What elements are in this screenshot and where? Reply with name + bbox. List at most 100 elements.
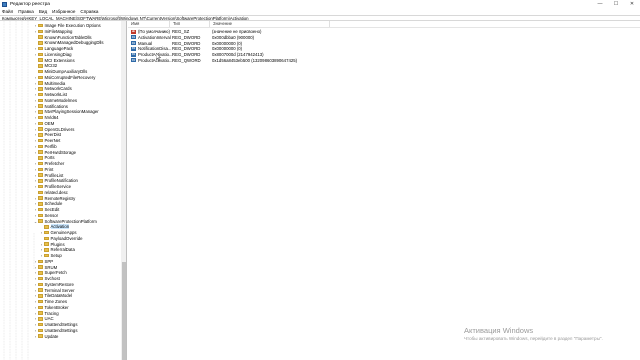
- value-row[interactable]: 01 ActivationInterval REG_DWORD 0x000dbba0 …: [128, 35, 428, 41]
- tree-item-label: PeerNet: [44, 138, 61, 143]
- folder-icon: [38, 311, 43, 315]
- folder-icon: [38, 265, 43, 269]
- tree-item-label: RemoteRegistry: [44, 195, 76, 201]
- tree-scrollbar[interactable]: [121, 21, 126, 360]
- tree-item-label: UnattendSettings: [44, 322, 78, 327]
- folder-icon: [38, 92, 43, 97]
- tree-item-label: LanguagePack: [44, 46, 74, 51]
- minimize-button[interactable]: —: [592, 0, 608, 8]
- folder-icon: [38, 179, 43, 183]
- tree-item-label: SecEdit: [44, 207, 60, 212]
- tree-item-label: Multimedia: [44, 80, 66, 86]
- close-button[interactable]: ✕: [624, 0, 640, 8]
- tree-scroll-thumb[interactable]: [122, 261, 126, 360]
- tree-item-label: Prefetcher: [44, 161, 65, 166]
- folder-icon: [38, 328, 43, 332]
- folder-icon: [38, 64, 43, 68]
- tree-item-label: TokenBroker: [44, 304, 69, 310]
- folder-icon: [38, 35, 43, 39]
- tree-item-label: MiniDumpAuxiliaryDlls: [44, 69, 88, 74]
- tree-item-label: KnownManagedDebuggingDlls: [44, 40, 104, 46]
- folder-icon: [38, 190, 43, 194]
- folder-icon: [44, 225, 49, 229]
- folder-icon: [38, 276, 43, 281]
- value-name: NotificationDisa...: [138, 46, 172, 52]
- folder-icon: [44, 248, 49, 252]
- tree-item-label: PerHwIdStorage: [44, 149, 77, 155]
- menu-help[interactable]: Справка: [80, 9, 98, 14]
- window-controls: — ☐ ✕: [592, 0, 640, 8]
- folder-icon: [38, 46, 43, 51]
- regedit-app-icon: [2, 1, 7, 7]
- value-type: REG_DWORD: [172, 40, 201, 46]
- folder-icon: [38, 133, 43, 137]
- folder-icon: [38, 219, 43, 223]
- binary-value-icon: 01: [131, 58, 136, 63]
- tree-item-label: SoftwareProtectionPlatform: [44, 218, 97, 224]
- value-row[interactable]: 01 Manual REG_DWORD 0x00000000 (0): [128, 40, 428, 46]
- tree-item-label: SRUM: [44, 264, 58, 270]
- tree-item-label: MsiCorruptedFileRecovery: [44, 74, 96, 80]
- folder-icon: [38, 52, 43, 56]
- key-tree-pane: › Image File Execution Options › IniFileMap…: [0, 21, 127, 360]
- folder-icon: [44, 253, 49, 258]
- folder-icon: [38, 196, 43, 200]
- folder-icon: [38, 144, 43, 148]
- menu-favorites[interactable]: Избранное: [52, 9, 75, 14]
- value-type: REG_SZ: [172, 29, 190, 35]
- tree-item-label: NoImeModelmes: [44, 97, 77, 103]
- folder-icon: [38, 173, 43, 177]
- folder-icon: [38, 334, 43, 338]
- maximize-button[interactable]: ☐: [608, 0, 624, 8]
- tree-item-label: OEM: [44, 120, 55, 126]
- value-data: (значение не присвоено): [212, 29, 262, 35]
- tree-item-label: Schedule: [44, 201, 63, 207]
- menu-bar: Файл Правка Вид Избранное Справка: [0, 8, 640, 15]
- folder-icon: [38, 75, 43, 79]
- folder-icon: [38, 98, 43, 102]
- tree-item-label: TileDataModel: [44, 293, 73, 299]
- activation-watermark: Активация Windows Чтобы активировать Win…: [464, 326, 603, 341]
- values-pane: Имя Тип Значение ab (По умолчанию) REG_SZ(…: [128, 21, 640, 360]
- tree-item-label: Plugins: [50, 241, 65, 247]
- value-row[interactable]: 01 ProductActivatio... REG_DWORD 0x8007000d…: [128, 52, 428, 58]
- folder-icon: [38, 29, 43, 33]
- folder-icon: [38, 150, 43, 154]
- watermark-subtitle: Чтобы активировать Windows, перейдите в …: [464, 336, 603, 341]
- folder-icon: [38, 317, 43, 321]
- tree-item-label: Svchost: [44, 276, 60, 281]
- tree-item-label: NtvrPlayingSessionManager: [44, 109, 99, 115]
- value-name: ActivationInterval: [138, 34, 171, 40]
- folder-icon: [38, 41, 43, 45]
- tree-item-label: OpenGLDrivers: [44, 126, 75, 132]
- tree-item-label: LicensingDiag: [44, 51, 72, 57]
- tree-item-label: Terminal Server: [44, 287, 75, 293]
- string-value-icon: ab: [131, 29, 136, 34]
- tree-item-label: Notifications: [44, 103, 68, 109]
- tree-item-label: Tracing: [44, 310, 59, 316]
- tree-item-label: MCI32: [44, 63, 58, 69]
- header-divider: [128, 27, 640, 28]
- folder-icon: [38, 104, 43, 108]
- folder-icon: [38, 167, 43, 171]
- value-data: 0x1d56a8453eb500 (132098603890647425): [212, 57, 298, 63]
- tree-item[interactable]: › Update: [33, 333, 59, 339]
- folder-icon: [38, 87, 43, 91]
- menu-view[interactable]: Вид: [39, 9, 47, 14]
- tree-item-label: ProfileList: [44, 172, 64, 178]
- menu-file[interactable]: Файл: [2, 9, 13, 14]
- tree-item-label: SuperFetch: [44, 270, 67, 276]
- value-name: Manual: [138, 40, 153, 46]
- folder-icon: [38, 207, 43, 212]
- value-row[interactable]: 01 ProductActivatio... REG_QWORD 0x1d56a845…: [128, 58, 428, 64]
- value-row[interactable]: 01 NotificationDisa... REG_DWORD 0x00000000…: [128, 46, 428, 52]
- tree-item-label: Print: [44, 166, 54, 172]
- folder-icon: [38, 282, 43, 286]
- folder-icon: [44, 242, 49, 246]
- menu-edit[interactable]: Правка: [18, 9, 34, 14]
- tree-item-label: Perflib: [44, 143, 57, 149]
- tree-item-label: UAC: [44, 316, 54, 322]
- value-type: REG_DWORD: [172, 52, 201, 58]
- tree-item-label: related.desc: [44, 189, 68, 195]
- value-row[interactable]: ab (По умолчанию) REG_SZ (значение не присв…: [128, 29, 428, 35]
